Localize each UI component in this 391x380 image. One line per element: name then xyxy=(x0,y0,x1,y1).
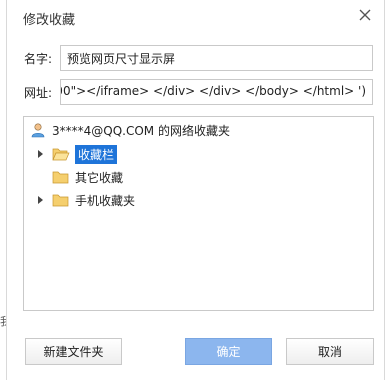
open-folder-icon xyxy=(52,148,70,161)
name-input[interactable]: 预览网页尺寸显示屏 xyxy=(60,45,373,71)
tree-item-label: 收藏栏 xyxy=(75,144,118,164)
close-button[interactable] xyxy=(356,6,374,24)
name-input-value: 预览网页尺寸显示屏 xyxy=(67,52,176,66)
folder-tree[interactable]: 3****4@QQ.COM 的网络收藏夹 收藏栏 其它收藏 手机收藏夹 xyxy=(23,116,374,311)
tree-item-label: 手机收藏夹 xyxy=(75,193,136,208)
tree-root-label: 3****4@QQ.COM 的网络收藏夹 xyxy=(52,123,230,138)
tree-item-mobile-favorites[interactable]: 手机收藏夹 xyxy=(38,190,135,210)
close-icon xyxy=(359,9,371,21)
new-folder-button[interactable]: 新建文件夹 xyxy=(25,338,122,365)
url-input-value: 300"></iframe> </div> </div> </body> </h… xyxy=(60,84,366,98)
folder-icon xyxy=(52,171,69,184)
expand-arrow-icon[interactable] xyxy=(38,196,43,204)
tree-item-other-favorites[interactable]: 其它收藏 xyxy=(38,167,123,187)
cancel-button[interactable]: 取消 xyxy=(286,338,374,365)
url-label: 网址: xyxy=(24,86,53,100)
edit-favorite-dialog: 修改收藏 名字: 预览网页尺寸显示屏 网址: 300"></iframe> </… xyxy=(6,0,385,380)
user-icon xyxy=(31,123,45,138)
confirm-button[interactable]: 确定 xyxy=(185,338,272,365)
url-input[interactable]: 300"></iframe> </div> </div> </body> </h… xyxy=(60,79,373,105)
dialog-title: 修改收藏 xyxy=(23,13,76,28)
tree-item-label: 其它收藏 xyxy=(75,170,124,185)
tree-item-favorites-bar[interactable]: 收藏栏 xyxy=(38,144,118,164)
folder-icon xyxy=(52,194,69,207)
expand-arrow-icon[interactable] xyxy=(38,150,43,158)
tree-root[interactable]: 3****4@QQ.COM 的网络收藏夹 xyxy=(30,120,230,140)
name-label: 名字: xyxy=(24,52,53,66)
